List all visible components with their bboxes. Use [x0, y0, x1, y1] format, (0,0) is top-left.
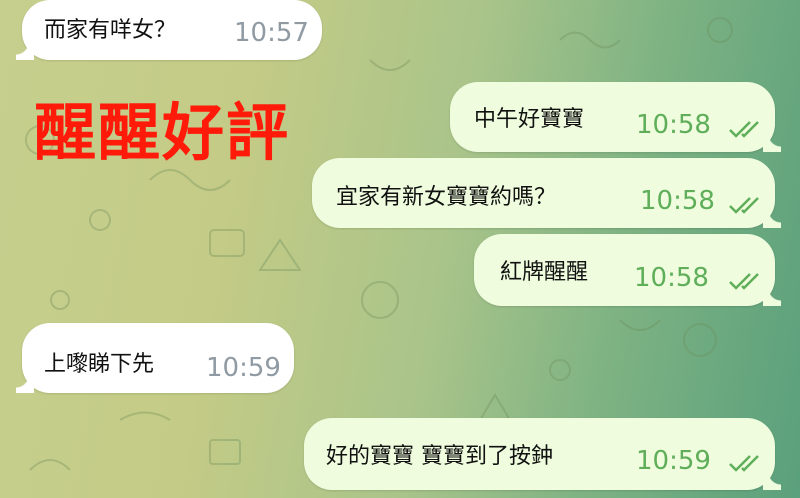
message-bubble-incoming[interactable]: 而家有咩女？ 10:57 — [16, 0, 322, 60]
message-time: 10:57 — [234, 18, 309, 48]
message-time: 10:58 — [640, 186, 715, 216]
message-bubble-outgoing[interactable]: 宜家有新女寶寶約嗎？ 10:58 — [312, 158, 781, 228]
message-time: 10:58 — [636, 110, 711, 140]
message-text: 好的寶寶 寶寶到了按鈡 — [326, 444, 553, 469]
message-time: 10:59 — [636, 446, 711, 476]
double-check-icon — [729, 455, 759, 472]
message-text: 宜家有新女寶寶約嗎？ — [336, 185, 557, 210]
message-text: 紅牌醒醒 — [500, 260, 589, 285]
double-check-icon — [729, 121, 759, 138]
double-check-icon — [729, 197, 759, 214]
message-time: 10:59 — [206, 353, 281, 383]
overlay-caption: 醒醒好評 — [34, 96, 291, 169]
message-bubble-outgoing[interactable]: 中午好寶寶 10:58 — [450, 82, 781, 152]
message-bubble-outgoing[interactable]: 好的寶寶 寶寶到了按鈡 10:59 — [304, 418, 781, 490]
double-check-icon — [729, 273, 759, 290]
message-bubble-outgoing[interactable]: 紅牌醒醒 10:58 — [474, 234, 781, 306]
message-time: 10:58 — [634, 263, 709, 293]
message-text: 而家有咩女？ — [44, 18, 177, 43]
message-text: 上嚟睇下先 — [44, 352, 155, 377]
message-bubble-incoming[interactable]: 上嚟睇下先 10:59 — [16, 323, 294, 393]
message-text: 中午好寶寶 — [474, 107, 585, 132]
